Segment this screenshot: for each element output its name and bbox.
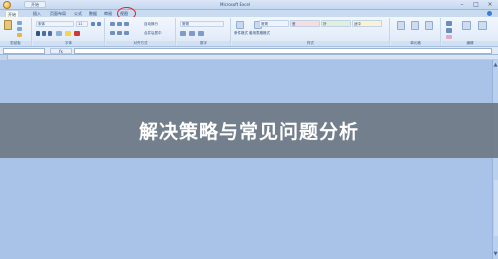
style-neutral[interactable]: 适中 (352, 20, 382, 27)
group-label: 数字 (177, 41, 230, 46)
close-button[interactable]: × (486, 1, 494, 8)
shrink-font-icon[interactable] (97, 22, 101, 26)
style-bad[interactable]: 差 (290, 20, 320, 27)
find-select-icon[interactable] (478, 21, 487, 30)
office-button-icon[interactable] (3, 1, 11, 9)
merge-center-button[interactable]: 合并后居中 (144, 31, 162, 35)
font-name-select[interactable]: 宋体 (36, 21, 74, 27)
group-styles: 条件格式 套用表格格式 常规 差 好 适中 样式 (232, 18, 390, 46)
vertical-scrollbar[interactable]: ▲ ▼ (492, 60, 498, 259)
font-size-select[interactable]: 11 (76, 21, 88, 27)
tab-data[interactable]: 数据 (89, 10, 97, 17)
banner-title: 解决策略与常见问题分析 (138, 121, 359, 143)
font-color-icon[interactable] (74, 31, 80, 36)
group-label: 剪贴板 (0, 41, 31, 46)
minimize-button[interactable]: – (458, 1, 466, 8)
formula-input[interactable] (74, 48, 492, 54)
paste-icon[interactable] (4, 20, 12, 30)
title-banner: 解决策略与常见问题分析 (0, 103, 498, 158)
insert-cells-icon[interactable] (397, 21, 405, 30)
conditional-format-icon[interactable] (236, 21, 244, 29)
table-format-label[interactable]: 套用表格格式 (249, 31, 270, 35)
worksheet-area[interactable] (0, 60, 498, 259)
align-middle-icon[interactable] (117, 22, 122, 26)
currency-icon[interactable] (180, 31, 186, 36)
fill-color-icon[interactable] (65, 31, 71, 36)
tab-review[interactable]: 审阅 (104, 10, 112, 17)
conditional-format-label[interactable]: 条件格式 (234, 31, 248, 35)
fx-button[interactable]: fx (50, 48, 72, 54)
style-good[interactable]: 好 (321, 20, 351, 27)
title-bar: 开始 Microsoft Excel – □ × (0, 0, 498, 10)
group-number: 常规 数字 (177, 18, 231, 46)
copy-icon[interactable] (17, 27, 22, 31)
name-box[interactable] (3, 48, 45, 54)
grow-font-icon[interactable] (91, 22, 95, 26)
help-icon[interactable] (487, 11, 492, 16)
group-label: 样式 (232, 41, 389, 46)
window-controls: – □ × (458, 1, 494, 8)
group-label: 对齐方式 (106, 41, 175, 46)
borders-icon[interactable] (56, 31, 62, 36)
italic-icon[interactable] (42, 31, 46, 36)
wrap-text-button[interactable]: 自动换行 (144, 22, 158, 26)
scroll-up-icon[interactable]: ▲ (493, 62, 498, 68)
percent-icon[interactable] (189, 31, 195, 36)
fill-icon[interactable] (446, 28, 452, 33)
bold-icon[interactable] (36, 31, 40, 36)
autosum-icon[interactable] (446, 21, 452, 26)
align-center-icon[interactable] (117, 31, 122, 35)
group-label: 单元格 (391, 41, 440, 46)
delete-cells-icon[interactable] (411, 21, 419, 30)
align-top-icon[interactable] (110, 22, 115, 26)
scroll-down-icon[interactable]: ▼ (493, 251, 498, 257)
underline-icon[interactable] (48, 31, 52, 36)
group-label: 字体 (33, 41, 104, 46)
group-clipboard: 剪贴板 (0, 18, 32, 46)
align-right-icon[interactable] (124, 31, 129, 35)
cut-icon[interactable] (17, 21, 22, 25)
ribbon-tabs: 开始 插入 页面布局 公式 数据 审阅 视图 (0, 10, 498, 17)
sort-filter-icon[interactable] (462, 21, 471, 30)
comma-icon[interactable] (198, 31, 204, 36)
scroll-thumb[interactable] (494, 180, 498, 236)
tab-formulas[interactable]: 公式 (74, 10, 82, 17)
quick-access-toolbar[interactable]: 开始 (24, 1, 46, 8)
group-cells: 单元格 (391, 18, 441, 46)
maximize-button[interactable]: □ (472, 1, 480, 8)
style-normal[interactable]: 常规 (259, 20, 289, 27)
number-format-select[interactable]: 常规 (180, 21, 224, 27)
ribbon: 剪贴板 宋体 11 字体 自动换行 合并后居中 对齐方式 常规 数字 条件格式 … (0, 17, 498, 47)
group-editing: 编辑 (442, 18, 498, 46)
group-font: 宋体 11 字体 (33, 18, 105, 46)
group-alignment: 自动换行 合并后居中 对齐方式 (106, 18, 176, 46)
clear-icon[interactable] (446, 35, 452, 39)
format-cells-icon[interactable] (425, 21, 433, 30)
tab-insert[interactable]: 插入 (33, 10, 41, 17)
tab-page-layout[interactable]: 页面布局 (50, 10, 66, 17)
tab-home[interactable]: 开始 (5, 10, 19, 17)
group-label: 编辑 (442, 41, 498, 46)
formula-bar: fx (0, 47, 498, 55)
align-left-icon[interactable] (110, 31, 115, 35)
window-title: Microsoft Excel (220, 2, 251, 7)
align-bottom-icon[interactable] (124, 22, 129, 26)
format-painter-icon[interactable] (17, 33, 22, 37)
